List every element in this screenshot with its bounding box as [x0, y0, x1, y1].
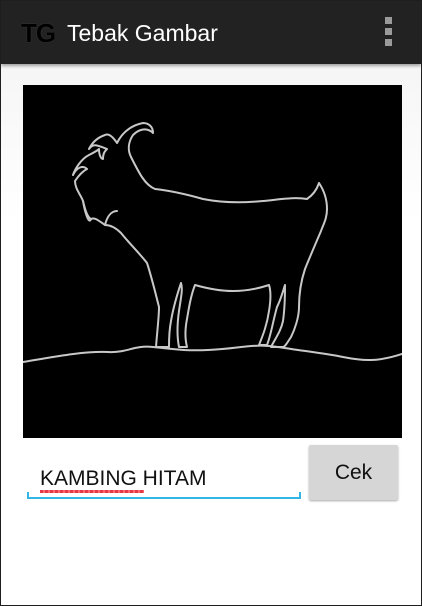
input-underline [27, 497, 301, 499]
overflow-menu-icon[interactable] [381, 17, 395, 49]
app-window: TG Tebak Gambar Cek [0, 0, 422, 606]
input-underline-left-tick [27, 492, 29, 499]
input-underline-right-tick [299, 492, 301, 499]
overflow-dot [384, 39, 392, 46]
puzzle-image [23, 85, 402, 438]
spellcheck-underline [40, 490, 144, 493]
app-logo-icon: TG [21, 18, 56, 48]
answer-field[interactable] [27, 453, 301, 499]
action-bar: TG Tebak Gambar [1, 1, 421, 64]
goat-outline-icon [23, 122, 402, 363]
overflow-dot [384, 28, 392, 35]
app-title: Tebak Gambar [67, 20, 218, 46]
check-button[interactable]: Cek [309, 445, 398, 500]
overflow-dot [384, 17, 392, 24]
